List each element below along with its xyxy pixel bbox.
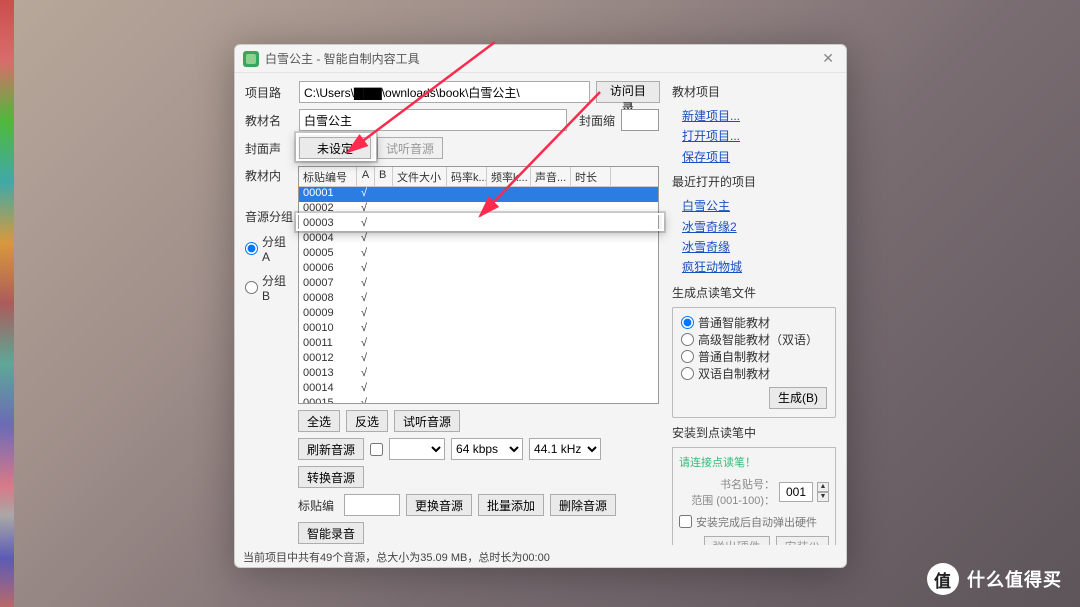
project-section-title: 教材项目 [672, 83, 836, 100]
table-row[interactable]: 00010√ [299, 322, 658, 337]
group-label: 音源分组 [245, 208, 293, 225]
spin-down-icon[interactable]: ▼ [817, 492, 829, 502]
column-header[interactable]: 标贴编号 [299, 167, 357, 186]
close-icon[interactable]: ✕ [818, 50, 838, 67]
material-name-input[interactable] [299, 109, 567, 131]
freq-select[interactable]: 44.1 kHz [529, 438, 601, 460]
invert-sel-button[interactable]: 反选 [346, 410, 388, 432]
column-header[interactable]: 频率k... [487, 167, 531, 186]
gen-groupbox: 普通智能教材高级智能教材（双语）普通自制教材双语自制教材 生成(B) [672, 307, 836, 418]
visit-dir-button[interactable]: 访问目录 [596, 81, 660, 103]
table-row[interactable]: 00006√ [299, 262, 658, 277]
select-all-button[interactable]: 全选 [298, 410, 340, 432]
project-link[interactable]: 保存项目 [672, 147, 836, 167]
gen-option-radio[interactable]: 普通智能教材 [681, 314, 827, 331]
column-header[interactable]: 码率k... [447, 167, 487, 186]
project-link[interactable]: 新建项目... [672, 106, 836, 126]
table-row[interactable]: 00013√ [299, 367, 658, 382]
gen-option-radio[interactable]: 普通自制教材 [681, 348, 827, 365]
smart-record-button[interactable]: 智能录音 [298, 522, 364, 544]
auto-eject-checkbox[interactable]: 安装完成后自动弹出硬件 [679, 514, 829, 530]
slot-range: 范围 (001-100)： [691, 492, 775, 508]
column-header[interactable]: 时长 [571, 167, 611, 186]
cover-sound-label: 封面声 [245, 140, 293, 157]
table-row[interactable]: 00004√ [299, 232, 658, 247]
content-label: 教材内 [245, 167, 293, 184]
watermark-badge-icon: 值 [927, 563, 959, 595]
column-header[interactable]: A [357, 167, 375, 186]
gen-option-radio[interactable]: 高级智能教材（双语） [681, 331, 827, 348]
preview-cover-button[interactable]: 试听音源 [377, 137, 443, 159]
cover-thumb-box[interactable] [621, 109, 659, 131]
install-button[interactable]: 安装(I) [776, 536, 829, 545]
gen-option-radio[interactable]: 双语自制教材 [681, 365, 827, 382]
table-row[interactable]: 00009√ [299, 307, 658, 322]
status-bar: 当前项目中共有49个音源，总大小为35.09 MB，总时长为00:00 [243, 549, 550, 565]
convert-button[interactable]: 转换音源 [298, 466, 364, 488]
install-groupbox: 请连接点读笔！ 书名贴号： 范围 (001-100)： ▲▼ 安装完成后自动弹出… [672, 447, 836, 545]
recent-section-title: 最近打开的项目 [672, 173, 836, 190]
label-edit-input[interactable] [344, 494, 400, 516]
app-icon [243, 51, 259, 67]
replace-button[interactable]: 更换音源 [406, 494, 472, 516]
column-header[interactable]: 声音... [531, 167, 571, 186]
preview-audio-button[interactable]: 试听音源 [394, 410, 460, 432]
watermark: 值 什么值得买 [927, 563, 1062, 595]
cover-sound-button[interactable]: 未设定 [299, 137, 371, 159]
table-row[interactable]: 00003√ [299, 217, 658, 232]
table-row[interactable]: 00012√ [299, 352, 658, 367]
refresh-button[interactable]: 刷新音源 [298, 438, 364, 460]
recent-project-link[interactable]: 冰雪奇缘 [672, 237, 836, 257]
group-b-radio[interactable]: 分组B [245, 272, 293, 303]
table-row[interactable]: 00005√ [299, 247, 658, 262]
audio-list[interactable]: 标贴编号AB文件大小码率k...频率k...声音...时长 00001√0000… [298, 166, 659, 404]
connection-status: 请连接点读笔！ [679, 454, 829, 470]
table-row[interactable]: 00015√ [299, 397, 658, 404]
gen-section-title: 生成点读笔文件 [672, 284, 836, 301]
watermark-text: 什么值得买 [967, 566, 1062, 592]
table-row[interactable]: 00007√ [299, 277, 658, 292]
generate-button[interactable]: 生成(B) [769, 387, 827, 409]
project-path-input[interactable] [299, 81, 590, 103]
table-row[interactable]: 00001√ [299, 187, 658, 202]
app-window: 白雪公主 - 智能自制内容工具 ✕ 项目路 访问目录 教材名 封面缩 封面声 [234, 44, 847, 568]
project-link[interactable]: 打开项目... [672, 126, 836, 146]
right-panel: 教材项目 新建项目...打开项目...保存项目 最近打开的项目 白雪公主冰雪奇缘… [672, 81, 836, 545]
spin-up-icon[interactable]: ▲ [817, 482, 829, 492]
column-header[interactable]: 文件大小 [393, 167, 447, 186]
column-header[interactable]: B [375, 167, 393, 186]
path-label: 项目路 [245, 84, 293, 101]
recent-project-link[interactable]: 疯狂动物城 [672, 257, 836, 277]
window-title: 白雪公主 - 智能自制内容工具 [265, 50, 818, 67]
delete-button[interactable]: 删除音源 [550, 494, 616, 516]
group-a-radio[interactable]: 分组A [245, 233, 293, 264]
install-section-title: 安装到点读笔中 [672, 424, 836, 441]
batch-add-button[interactable]: 批量添加 [478, 494, 544, 516]
table-row[interactable]: 00011√ [299, 337, 658, 352]
table-row[interactable]: 00008√ [299, 292, 658, 307]
slot-label: 书名贴号： [691, 476, 775, 492]
left-panel: 项目路 访问目录 教材名 封面缩 封面声 未设定 试听音源 [245, 81, 660, 545]
bitrate-select[interactable]: 64 kbps [451, 438, 523, 460]
title-bar[interactable]: 白雪公主 - 智能自制内容工具 ✕ [235, 45, 846, 73]
eject-button[interactable]: 弹出硬件 [704, 536, 770, 545]
label-edit-label: 标贴编 [298, 497, 338, 514]
table-row[interactable]: 00002√ [299, 202, 658, 217]
table-row[interactable]: 00014√ [299, 382, 658, 397]
recent-project-link[interactable]: 白雪公主 [672, 196, 836, 216]
unnamed-select[interactable] [389, 438, 445, 460]
slot-number-input[interactable] [779, 482, 813, 502]
cover-thumb-label: 封面缩 [579, 112, 615, 129]
recent-project-link[interactable]: 冰雪奇缘2 [672, 217, 836, 237]
convert-checkbox[interactable] [370, 443, 383, 456]
material-label: 教材名 [245, 112, 293, 129]
